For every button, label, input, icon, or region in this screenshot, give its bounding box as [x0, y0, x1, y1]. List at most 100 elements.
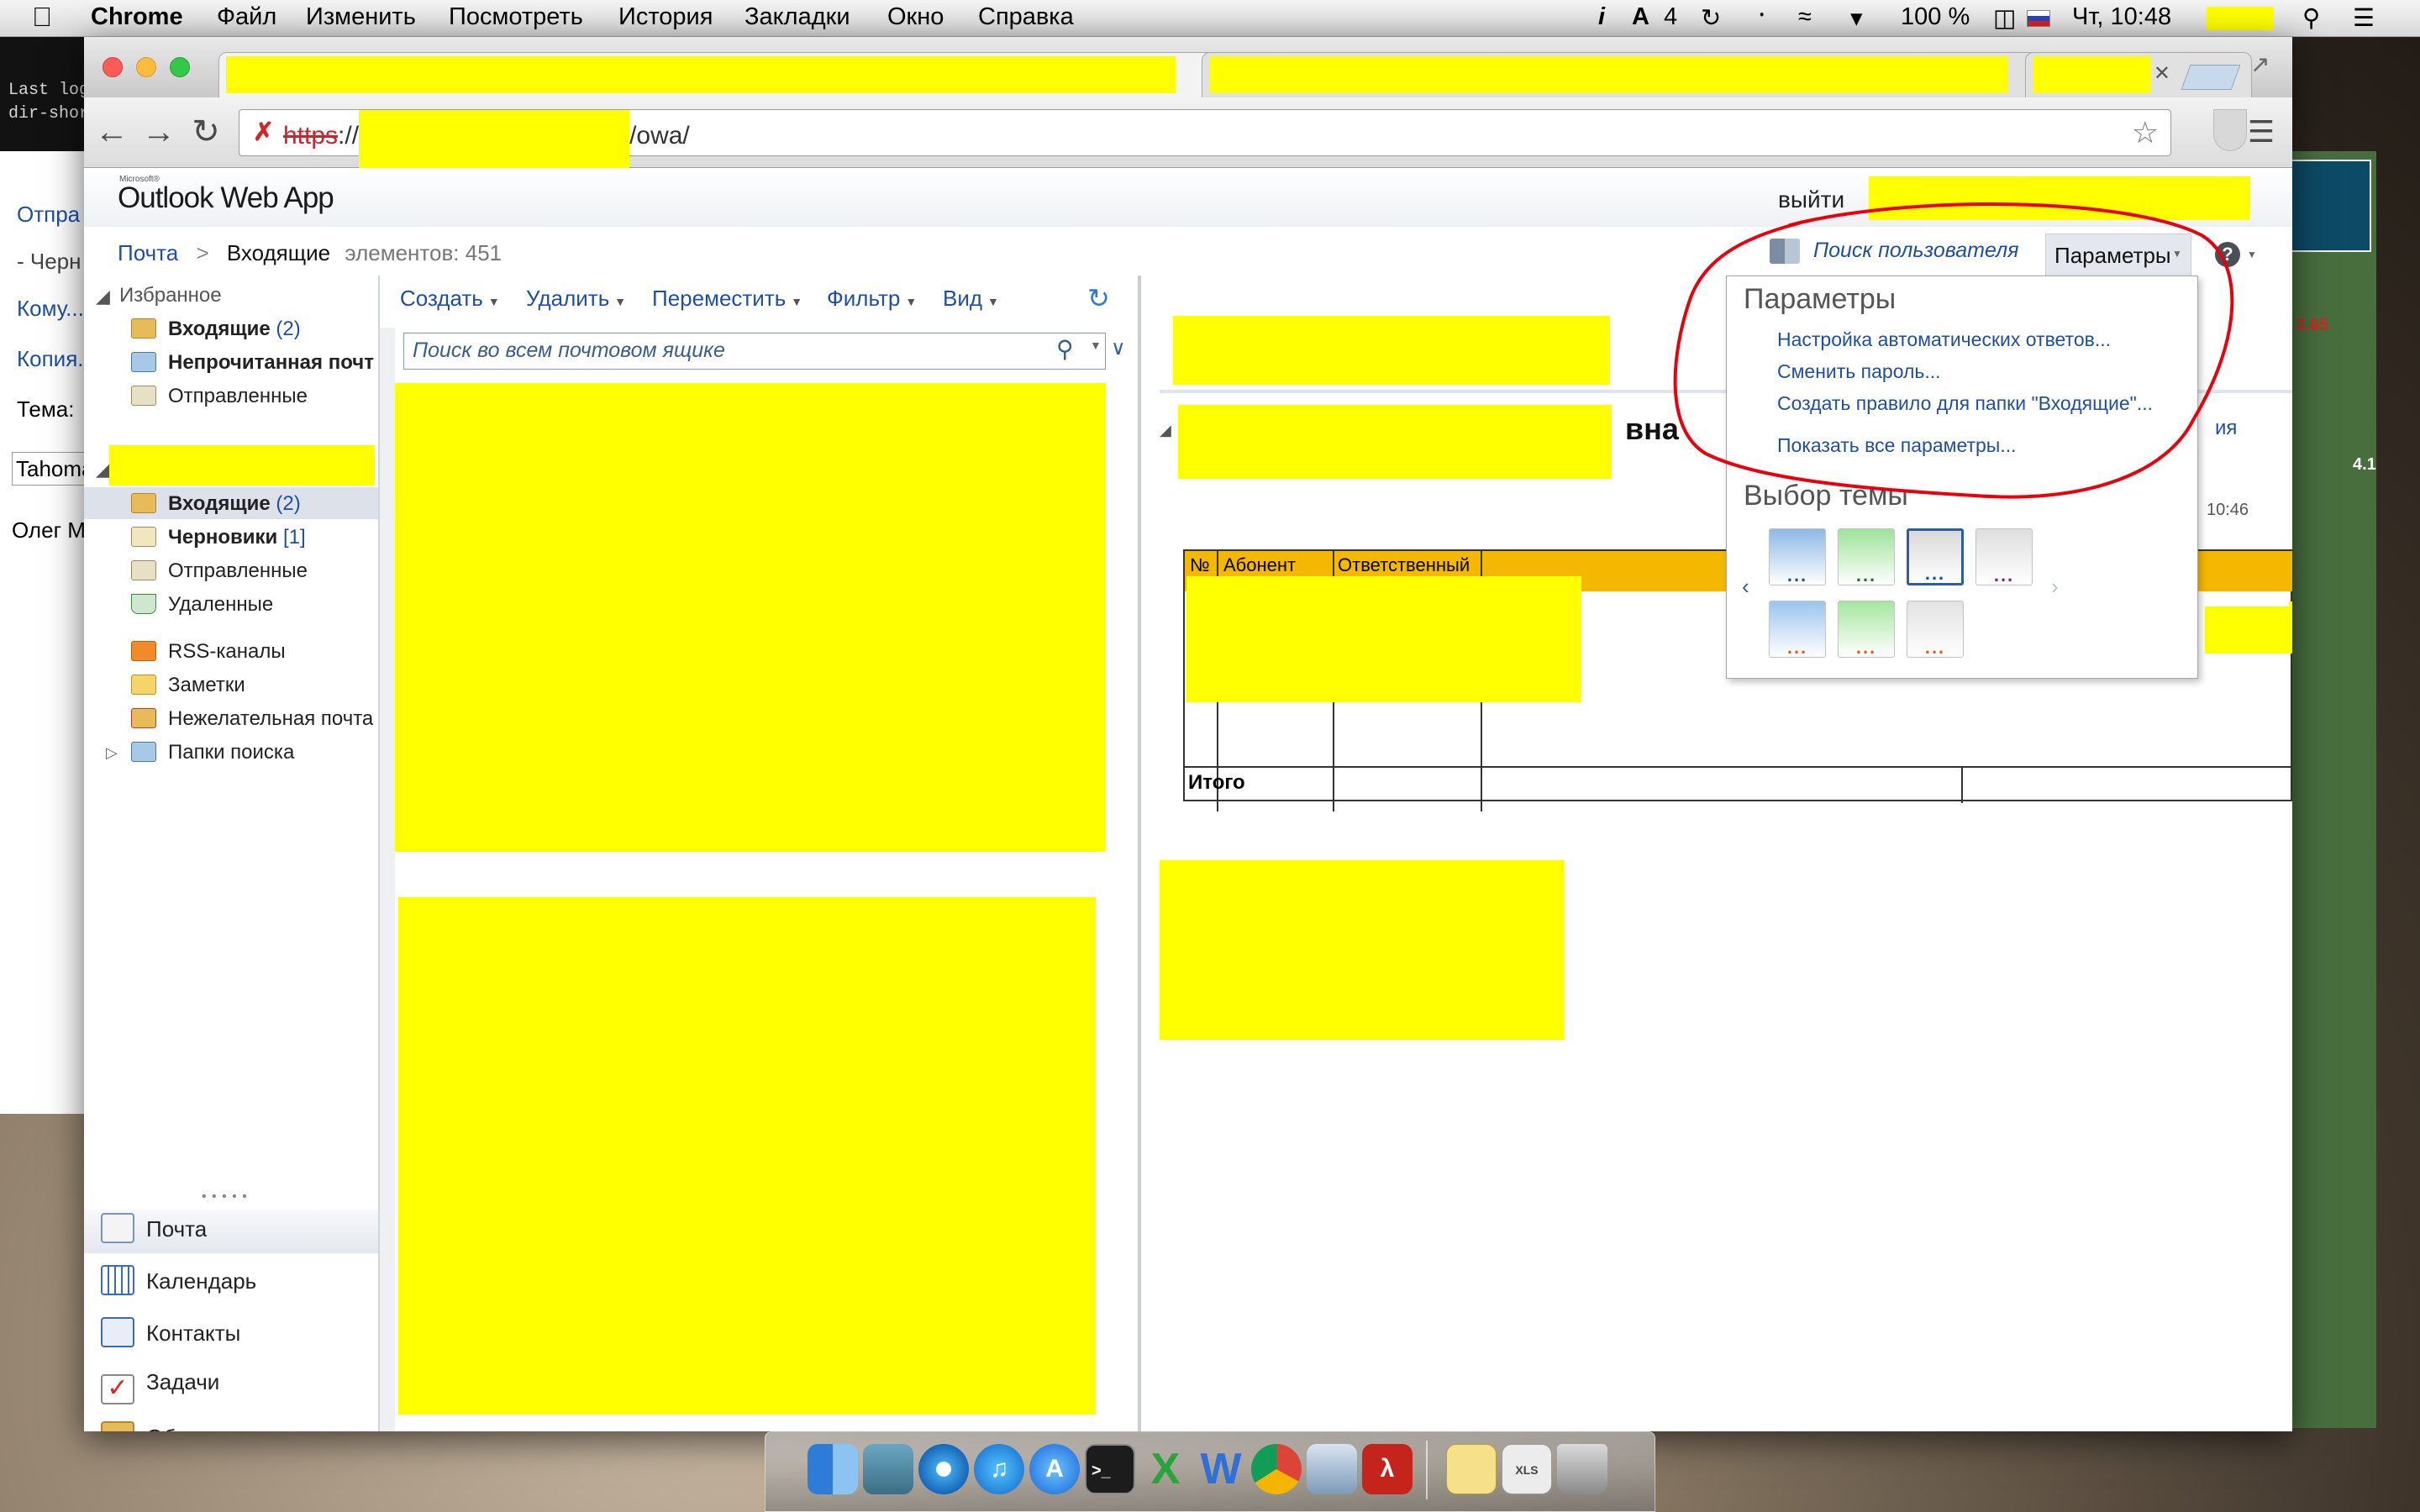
forward-arrow-icon[interactable]: → [139, 111, 178, 153]
refresh-icon[interactable]: ↻ [1087, 282, 1110, 314]
mailbox-search-input[interactable]: Поиск во всем почтовом ящике ⚲ ▼ [403, 333, 1106, 370]
nav-public-folders[interactable]: Общие папки [101, 1421, 281, 1431]
nav-mail[interactable]: Почта [101, 1213, 207, 1243]
menu-window[interactable]: Окно [887, 3, 944, 31]
reading-pane-divider[interactable] [1138, 276, 1141, 1431]
time-machine-icon[interactable]: ↻ [1701, 3, 1721, 33]
nav-contacts[interactable]: Контакты [101, 1317, 240, 1347]
finder-icon[interactable] [808, 1444, 858, 1494]
excel-icon[interactable]: X [1140, 1444, 1191, 1494]
theme-swatch[interactable]: ... [1769, 528, 1826, 585]
menu-history[interactable]: История [618, 3, 713, 31]
info-icon[interactable]: i [1598, 3, 1605, 31]
view-button[interactable]: Вид ▼ [943, 286, 999, 312]
input-flag-icon[interactable] [2027, 10, 2050, 27]
terminal-icon[interactable]: >_ [1085, 1444, 1135, 1494]
acrobat-icon[interactable]: λ [1362, 1444, 1413, 1494]
back-to-button[interactable]: Кому... [17, 296, 84, 322]
collapse-favorites-icon[interactable]: ◢ [96, 286, 110, 307]
chrome-icon[interactable] [1251, 1444, 1302, 1494]
search-folder-icon [131, 352, 156, 372]
wifi-icon[interactable]: ≈ [1798, 3, 1812, 31]
theme-swatch[interactable]: ... [1975, 528, 2033, 585]
iphoto-icon[interactable] [863, 1444, 913, 1494]
folder-junk[interactable]: Нежелательная почта [131, 707, 373, 731]
apple-icon[interactable]:  [32, 2, 52, 33]
search-icon[interactable]: ⚲ [1056, 335, 1074, 363]
adobe-icon[interactable]: A [1632, 3, 1649, 31]
app-store-icon[interactable]: A [1029, 1444, 1080, 1494]
folder-drafts[interactable]: Черновики [1] [131, 526, 306, 549]
theme-swatch[interactable]: ... [1769, 601, 1826, 658]
menu-file[interactable]: Файл [217, 3, 276, 31]
bluetooth-icon[interactable]: ᛫ [1754, 3, 1769, 31]
safari-icon[interactable] [918, 1444, 969, 1494]
redacted-tab-title [1209, 56, 2007, 93]
itunes-icon[interactable]: ♫ [974, 1444, 1024, 1494]
collapse-header-icon[interactable]: ◢ [1160, 422, 1171, 439]
zoom-window-button[interactable] [170, 57, 190, 77]
chrome-menu-icon[interactable]: ☰ [2242, 111, 2281, 153]
move-button[interactable]: Переместить ▼ [652, 286, 802, 312]
filter-button[interactable]: Фильтр ▼ [827, 286, 917, 312]
notes-folder-icon[interactable] [1446, 1444, 1497, 1494]
back-arrow-icon[interactable]: ← [92, 111, 131, 153]
collapse-mailbox-icon[interactable]: ◢ [96, 459, 110, 480]
close-window-button[interactable] [103, 57, 123, 77]
folder-deleted[interactable]: Удаленные [131, 593, 273, 617]
browser-tab-active[interactable]: ✕ [218, 52, 1277, 97]
expand-search-folders-icon[interactable]: ▷ [106, 744, 118, 762]
menubar-app-name[interactable]: Chrome [91, 3, 183, 31]
theme-swatch[interactable]: ... [1838, 601, 1895, 658]
redacted-message-list[interactable] [395, 383, 1106, 852]
volume-icon[interactable]: ▾ [1850, 3, 1863, 33]
theme-swatch[interactable]: ... [1838, 528, 1895, 585]
word-icon[interactable]: W [1196, 1444, 1246, 1494]
folder-search[interactable]: Папки поиска [131, 741, 294, 764]
trash-can-icon[interactable] [1557, 1444, 1607, 1494]
address-bar[interactable]: ✗ https:// /owa/ ☆ [239, 109, 2171, 169]
browser-tab[interactable]: ✕ [2025, 52, 2252, 97]
expand-search-icon[interactable]: ∨ [1111, 336, 1126, 360]
menu-bookmarks[interactable]: Закладки [744, 3, 850, 31]
list-gutter [380, 328, 395, 1431]
back-format-select[interactable]: - Черн [17, 249, 82, 275]
breadcrumb-mail-link[interactable]: Почта [118, 240, 178, 265]
nav-calendar[interactable]: Календарь [101, 1265, 256, 1295]
fav-sent[interactable]: Отправленные [131, 385, 308, 408]
minimize-window-button[interactable] [136, 57, 156, 77]
menu-view[interactable]: Посмотреть [449, 3, 583, 31]
search-scope-arrow-icon[interactable]: ▼ [1090, 339, 1102, 352]
redacted-mailbox-name[interactable] [109, 445, 375, 486]
redacted-message-list[interactable] [398, 897, 1096, 1415]
folder-notes[interactable]: Заметки [131, 674, 245, 697]
battery-icon[interactable]: ◫ [1993, 3, 2016, 33]
folder-sent[interactable]: Отправленные [131, 559, 308, 583]
menu-help[interactable]: Справка [978, 3, 1074, 31]
spotlight-icon[interactable]: ⚲ [2302, 3, 2320, 33]
remote-desktop-icon[interactable] [1307, 1444, 1357, 1494]
nav-tasks[interactable]: ✓ Задачи [101, 1369, 219, 1404]
folder-label: Нежелательная почта [168, 707, 374, 730]
xls-document-icon[interactable]: XLS [1502, 1444, 1552, 1494]
pane-resize-handle[interactable]: • • • • • [202, 1189, 248, 1205]
back-send-button[interactable]: Отпра [17, 202, 80, 228]
fav-inbox[interactable]: Входящие (2) [131, 318, 301, 341]
new-mail-button[interactable]: Создать ▼ [400, 286, 500, 312]
fav-unread-mail[interactable]: Непрочитанная почт [131, 351, 374, 375]
notification-center-icon[interactable]: ☰ [2353, 3, 2375, 33]
theme-prev-icon[interactable]: ‹ [1742, 574, 1749, 600]
folder-rss[interactable]: RSS-каналы [131, 640, 286, 664]
menu-edit[interactable]: Изменить [306, 3, 416, 31]
fullscreen-icon[interactable]: ↗ [2250, 50, 2270, 78]
theme-swatch[interactable]: ... [1907, 528, 1964, 585]
close-tab-icon[interactable]: ✕ [2154, 61, 2170, 86]
new-tab-button[interactable] [2181, 65, 2241, 90]
folder-inbox[interactable]: Входящие (2) [131, 492, 301, 516]
theme-next-icon[interactable]: › [2051, 574, 2059, 600]
reload-icon[interactable]: ↻ [187, 111, 225, 153]
delete-button[interactable]: Удалить ▼ [526, 286, 626, 312]
theme-swatch[interactable]: ... [1907, 601, 1964, 658]
bookmark-star-icon[interactable]: ☆ [2132, 110, 2159, 155]
browser-tab[interactable] [1202, 52, 2042, 97]
